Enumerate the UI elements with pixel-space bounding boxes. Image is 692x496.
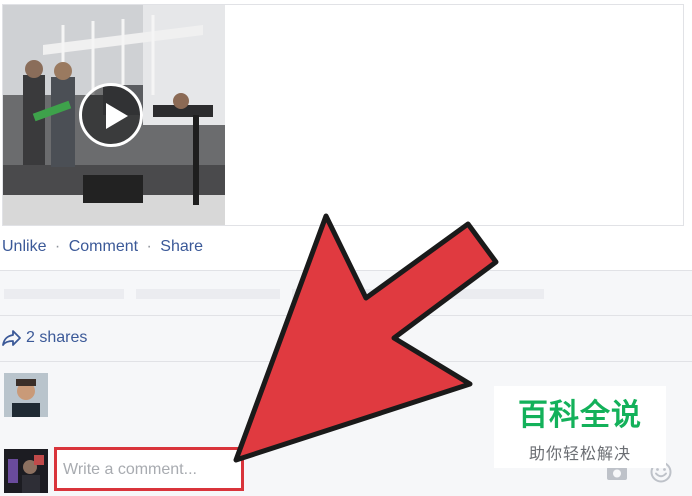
avatar[interactable] <box>4 373 48 417</box>
comment-link[interactable]: Comment <box>69 238 138 255</box>
share-link[interactable]: Share <box>160 238 203 255</box>
separator: · <box>54 238 61 255</box>
likes-summary-blurred <box>4 289 604 299</box>
share-arrow-icon <box>2 330 21 346</box>
watermark-title: 百科全说 <box>518 398 642 433</box>
comment-input-box[interactable] <box>54 447 244 491</box>
shares-label: 2 shares <box>26 329 88 346</box>
watermark: 百科全说 助你轻松解决 <box>494 386 666 468</box>
play-icon[interactable] <box>79 83 143 147</box>
unlike-link[interactable]: Unlike <box>2 238 46 255</box>
watermark-subtitle: 助你轻松解决 <box>528 444 631 463</box>
video-thumbnail[interactable] <box>3 5 225 225</box>
post-actions: Unlike · Comment · Share <box>2 238 203 256</box>
current-user-avatar[interactable] <box>4 449 48 493</box>
post-attachment <box>2 4 684 226</box>
comment-input[interactable] <box>61 453 241 487</box>
separator: · <box>146 238 152 255</box>
divider <box>0 315 692 316</box>
shares-count[interactable]: 2 shares <box>2 329 87 347</box>
divider <box>0 361 692 362</box>
